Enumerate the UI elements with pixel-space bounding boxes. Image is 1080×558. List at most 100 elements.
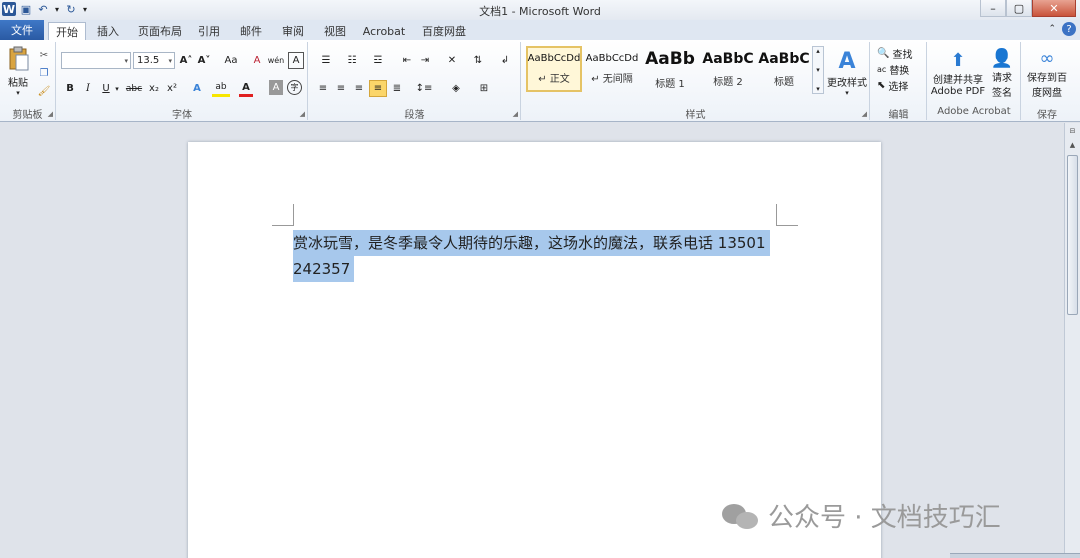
style-normal[interactable]: AaBbCcDd ↵ 正文 bbox=[526, 46, 582, 92]
styles-dialog-launcher-icon[interactable]: ◢ bbox=[862, 110, 867, 118]
clear-formatting-button[interactable]: A bbox=[249, 52, 265, 69]
watermark-text: 公众号 · 文档技巧汇 bbox=[768, 503, 1001, 533]
change-case-button[interactable]: Aa bbox=[219, 52, 243, 69]
selected-text-line-1[interactable]: 赏冰玩雪，是冬季最令人期待的乐趣，这场水的魔法，联系电话 13501 bbox=[293, 230, 770, 256]
maximize-button[interactable]: ▢ bbox=[1006, 0, 1032, 17]
style-normal-label: ↵ 正文 bbox=[538, 74, 570, 85]
style-gallery-scroll[interactable]: ▴ ▾ ▾ bbox=[812, 46, 824, 94]
document-page[interactable]: 赏冰玩雪，是冬季最令人期待的乐趣，这场水的魔法，联系电话 13501 24235… bbox=[188, 142, 881, 558]
font-name-dropdown-icon[interactable]: ▾ bbox=[124, 57, 128, 65]
character-shading-button[interactable]: A bbox=[269, 80, 283, 95]
group-save: ∞ 保存到百 度网盘 保存 bbox=[1022, 42, 1072, 122]
select-button[interactable]: ⬉ 选择 bbox=[877, 78, 925, 93]
numbering-icon[interactable]: ☷ bbox=[341, 52, 363, 69]
crop-mark-right-horizontal bbox=[776, 225, 798, 226]
decrease-indent-icon[interactable]: ⇤ bbox=[399, 52, 415, 69]
highlight-button[interactable]: ab bbox=[212, 80, 230, 97]
ruler-toggle-icon[interactable]: ⊟ bbox=[1067, 127, 1078, 138]
clipboard-dialog-launcher-icon[interactable]: ◢ bbox=[48, 110, 53, 118]
multilevel-list-icon[interactable]: ☲ bbox=[367, 52, 389, 69]
find-button[interactable]: 🔍 查找 bbox=[877, 46, 925, 61]
font-color-button[interactable]: A bbox=[239, 80, 253, 97]
text-effects-button[interactable]: A bbox=[189, 80, 205, 97]
increase-indent-icon[interactable]: ⇥ bbox=[417, 52, 433, 69]
distributed-icon[interactable]: ≣ bbox=[389, 80, 405, 97]
shading-icon[interactable]: ◈ bbox=[445, 80, 467, 97]
chinese-layout-icon[interactable]: ✕ bbox=[441, 52, 463, 69]
selected-text-line-2[interactable]: 242357 bbox=[293, 256, 355, 282]
sort-icon[interactable]: ⇅ bbox=[469, 52, 487, 69]
paste-button[interactable]: 粘贴 ▾ bbox=[4, 44, 32, 98]
grow-font-button[interactable]: A˄ bbox=[178, 52, 194, 69]
group-label-styles: 样式 bbox=[685, 110, 706, 121]
align-center-icon[interactable]: ≡ bbox=[333, 80, 349, 97]
justify-icon[interactable]: ≡ bbox=[369, 80, 387, 97]
crop-mark-left-horizontal bbox=[272, 225, 294, 226]
tab-page-layout[interactable]: 页面布局 bbox=[132, 22, 188, 40]
underline-dropdown-icon[interactable]: ▾ bbox=[113, 80, 121, 97]
tab-acrobat[interactable]: Acrobat bbox=[360, 22, 408, 40]
scroll-thumb[interactable] bbox=[1067, 155, 1078, 315]
group-font: ▾ 13.5 ▾ A˄ A˅ Aa A wén A B I U ▾ abc x₂ … bbox=[57, 42, 308, 121]
phonetic-guide-button[interactable]: wén bbox=[267, 52, 285, 69]
close-button[interactable]: ✕ bbox=[1032, 0, 1076, 17]
vertical-scrollbar[interactable]: ⊟ ▲ bbox=[1064, 123, 1080, 558]
character-border-button[interactable]: A bbox=[288, 52, 304, 69]
title-bar: W ▣ ↶ ▾ ↻ ▾ 文档1 - Microsoft Word – ▢ ✕ bbox=[0, 0, 1080, 20]
format-painter-icon[interactable]: 🖌 bbox=[36, 84, 52, 98]
font-name-field[interactable]: ▾ bbox=[61, 52, 131, 69]
font-size-dropdown-icon[interactable]: ▾ bbox=[168, 57, 172, 65]
change-styles-button[interactable]: A 更改样式 ▾ bbox=[826, 44, 868, 102]
paste-dropdown-icon[interactable]: ▾ bbox=[16, 89, 20, 97]
subscript-button[interactable]: x₂ bbox=[146, 80, 162, 97]
cut-icon[interactable]: ✂ bbox=[36, 48, 52, 62]
replace-icon: ac bbox=[877, 65, 887, 74]
paragraph-dialog-launcher-icon[interactable]: ◢ bbox=[513, 110, 518, 118]
request-signature-button[interactable]: 👤 请求 签名 bbox=[986, 44, 1018, 102]
style-no-spacing[interactable]: AaBbCcDd ↵ 无间隔 bbox=[584, 46, 640, 92]
save-to-baidu-button[interactable]: ∞ 保存到百 度网盘 bbox=[1022, 44, 1072, 102]
style-no-spacing-label: ↵ 无间隔 bbox=[591, 74, 633, 85]
strikethrough-button[interactable]: abc bbox=[124, 80, 144, 97]
font-size-field[interactable]: 13.5 ▾ bbox=[133, 52, 175, 69]
tab-mailings[interactable]: 邮件 bbox=[234, 22, 268, 40]
document-body[interactable]: 赏冰玩雪，是冬季最令人期待的乐趣，这场水的魔法，联系电话 13501 24235… bbox=[293, 230, 777, 282]
tab-insert[interactable]: 插入 bbox=[90, 22, 126, 40]
tab-home[interactable]: 开始 bbox=[48, 22, 86, 40]
tab-view[interactable]: 视图 bbox=[318, 22, 352, 40]
create-pdf-button[interactable]: ⬆ 创建并共享 Adobe PDF bbox=[930, 44, 986, 102]
tab-references[interactable]: 引用 bbox=[192, 22, 226, 40]
align-left-icon[interactable]: ≡ bbox=[315, 80, 331, 97]
gallery-up-icon[interactable]: ▴ bbox=[816, 47, 820, 55]
group-editing: 🔍 查找 ac 替换 ⬉ 选择 编辑 bbox=[871, 42, 927, 121]
scroll-up-icon[interactable]: ▲ bbox=[1067, 141, 1078, 152]
tab-review[interactable]: 审阅 bbox=[276, 22, 310, 40]
replace-button[interactable]: ac 替换 bbox=[877, 62, 925, 77]
tab-file[interactable]: 文件 bbox=[0, 20, 44, 40]
shrink-font-button[interactable]: A˅ bbox=[196, 52, 212, 69]
superscript-button[interactable]: x² bbox=[164, 80, 180, 97]
underline-button[interactable]: U bbox=[99, 80, 113, 97]
gallery-more-icon[interactable]: ▾ bbox=[816, 85, 820, 93]
minimize-ribbon-icon[interactable]: ⌃ bbox=[1048, 24, 1056, 34]
italic-button[interactable]: I bbox=[81, 80, 95, 97]
bold-button[interactable]: B bbox=[63, 80, 77, 97]
line-spacing-icon[interactable]: ↕≡ bbox=[413, 80, 435, 97]
tab-baidu-netdisk[interactable]: 百度网盘 bbox=[416, 22, 472, 40]
align-right-icon[interactable]: ≡ bbox=[351, 80, 367, 97]
borders-icon[interactable]: ⊞ bbox=[473, 80, 495, 97]
copy-icon[interactable]: ❐ bbox=[36, 66, 52, 80]
bullets-icon[interactable]: ☰ bbox=[315, 52, 337, 69]
style-heading-1[interactable]: AaBb 标题 1 bbox=[642, 46, 698, 92]
gallery-down-icon[interactable]: ▾ bbox=[816, 66, 820, 74]
help-icon[interactable]: ? bbox=[1062, 22, 1076, 36]
enclose-characters-button[interactable]: 字 bbox=[287, 80, 302, 95]
font-dialog-launcher-icon[interactable]: ◢ bbox=[300, 110, 305, 118]
style-heading-2[interactable]: AaBbC 标题 2 bbox=[700, 46, 756, 92]
select-label: 选择 bbox=[888, 82, 909, 93]
paste-label: 粘贴 bbox=[8, 77, 28, 89]
style-heading-1-label: 标题 1 bbox=[655, 78, 685, 90]
minimize-button[interactable]: – bbox=[980, 0, 1006, 17]
show-marks-icon[interactable]: ↲ bbox=[497, 52, 513, 69]
style-title[interactable]: AaBbC 标题 bbox=[756, 46, 812, 92]
